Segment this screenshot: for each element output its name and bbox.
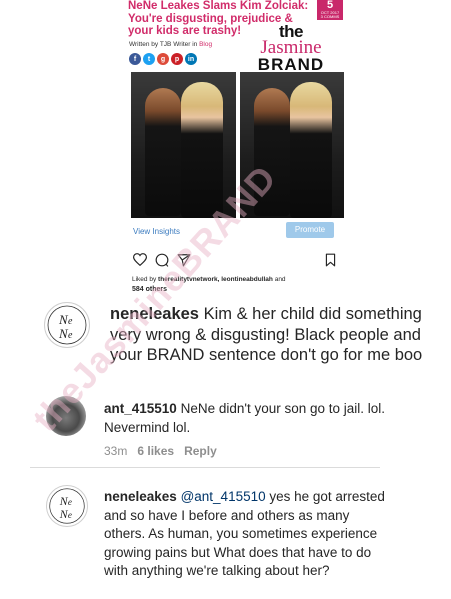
insights-row: View Insights Promote [123,222,346,240]
avatar[interactable]: N e N e [46,485,88,527]
linkedin-icon[interactable]: in [185,53,197,65]
avatar[interactable]: N e N e [44,302,90,348]
social-share-row: f t g p in [129,53,197,65]
comment-mention[interactable]: @ant_415510 [181,489,266,504]
share-icon[interactable] [177,253,191,272]
brand-brand: BRAND [257,55,325,74]
comment-body: neneleakes @ant_415510 yes he got arrest… [104,488,394,581]
comment-body: ant_415510 NeNe didn't your son go to ja… [104,399,404,437]
svg-text:e: e [68,316,73,327]
post-photo-left [131,72,236,218]
google-plus-icon[interactable]: g [157,53,169,65]
post-photos[interactable] [131,72,344,218]
nene-monogram-icon: N e N e [49,488,85,524]
brand-logo: the Jasmine BRAND [241,23,341,74]
comment-username[interactable]: neneleakes [110,305,199,323]
likes-count[interactable]: 584 others [132,286,167,293]
liked-by-suffix: and [274,276,286,283]
liked-by-text: Liked by therealitytvnetwork, leontineab… [132,276,342,284]
divider [30,467,380,468]
comment-body: neneleakes Kim & her child did something… [110,304,440,366]
pinterest-icon[interactable]: p [171,53,183,65]
date-comments: 3 COMMS [320,14,340,19]
byline-category[interactable]: Blog [199,41,212,48]
comment-meta: 33m 6 likes Reply [104,444,217,458]
svg-text:e: e [68,510,72,520]
article-header: NeNe Leakes Slams Kim Zolciak: You're di… [123,0,346,74]
post-actions [132,253,338,267]
nene-monogram-icon: N e N e [47,305,87,345]
view-insights-link[interactable]: View Insights [133,227,180,236]
post-photo-right [239,72,344,218]
comment-username[interactable]: ant_415510 [104,401,177,416]
article-byline: Written by TJB Writer in Blog [129,41,212,48]
comment-likes[interactable]: 6 likes [137,444,174,458]
svg-text:e: e [68,330,73,341]
instagram-post: NeNe Leakes Slams Kim Zolciak: You're di… [123,0,346,300]
bookmark-icon[interactable] [325,253,336,272]
svg-text:e: e [68,497,72,507]
liked-by-users[interactable]: therealitytvnetwork, leontineabdullah [158,276,273,283]
reply-button[interactable]: Reply [184,444,217,458]
byline-prefix: Written by TJB Writer in [129,41,198,48]
avatar[interactable] [46,396,86,436]
comment-username[interactable]: neneleakes [104,489,177,504]
comment-icon[interactable] [155,253,169,272]
liked-by-prefix: Liked by [132,276,157,283]
comment-time: 33m [104,444,128,458]
promote-button[interactable]: Promote [286,222,334,238]
date-badge: 5 OCT 2017 3 COMMS [317,0,343,20]
heart-icon[interactable] [132,253,148,271]
facebook-icon[interactable]: f [129,53,141,65]
twitter-icon[interactable]: t [143,53,155,65]
